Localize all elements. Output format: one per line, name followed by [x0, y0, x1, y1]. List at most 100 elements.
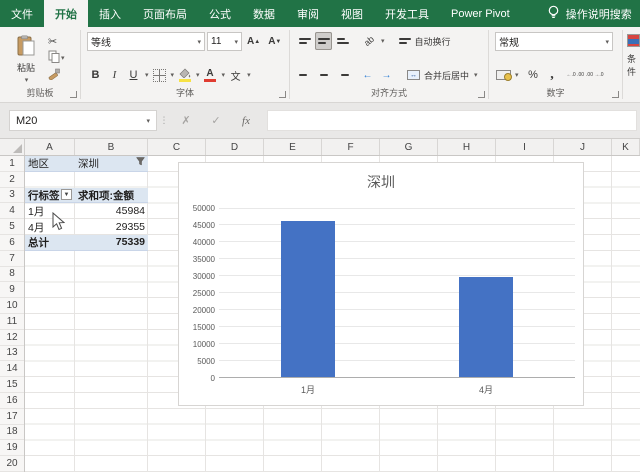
fill-color-button[interactable] [176, 66, 193, 84]
bold-button[interactable]: B [87, 66, 104, 84]
comma-style-button[interactable]: , [544, 66, 561, 84]
tab-开发工具[interactable]: 开发工具 [374, 0, 440, 27]
tab-Power Pivot[interactable]: Power Pivot [440, 0, 521, 27]
align-bottom-button[interactable] [334, 32, 351, 50]
phonetic-dropdown-icon[interactable]: ▾ [247, 71, 251, 79]
chart-title[interactable]: 深圳 [179, 172, 583, 192]
increase-indent-button[interactable]: → [378, 66, 395, 84]
column-header-A[interactable]: A [25, 139, 75, 155]
tab-视图[interactable]: 视图 [330, 0, 374, 27]
underline-button[interactable]: U [125, 66, 142, 84]
pivot-total-label-cell[interactable]: 总计 [25, 234, 75, 251]
accounting-format-button[interactable] [495, 66, 512, 84]
empty-cell[interactable] [25, 172, 75, 188]
row-header-12[interactable]: 12 [0, 330, 24, 346]
cells-area[interactable]: 地区 深圳 行标签 ▼ 求和项:金额 1月 45984 4月 29355 总计 … [25, 156, 640, 472]
font-name-combobox[interactable]: 等线 ▾ [87, 32, 205, 51]
column-header-K[interactable]: K [612, 139, 640, 155]
alignment-dialog-launcher[interactable] [478, 91, 485, 98]
font-size-combobox[interactable]: 11 ▾ [207, 32, 242, 51]
row-header-11[interactable]: 11 [0, 314, 24, 330]
align-top-button[interactable] [296, 32, 313, 50]
decrease-decimal-button[interactable]: .00 →.0 [586, 66, 604, 84]
tab-页面布局[interactable]: 页面布局 [132, 0, 198, 27]
borders-button[interactable] [151, 66, 168, 84]
paste-dropdown-icon[interactable]: ▾ [25, 76, 29, 84]
conditional-formatting-button[interactable]: 条件 [623, 27, 640, 102]
empty-cell[interactable] [75, 172, 148, 188]
column-header-J[interactable]: J [554, 139, 612, 155]
copy-button[interactable]: ▾ [48, 50, 65, 66]
column-header-C[interactable]: C [148, 139, 206, 155]
pivot-chart[interactable]: 深圳 0 5000 10000 15000 20000 25000 30000 35000 40… [178, 162, 584, 406]
pivot-value-header-cell[interactable]: 求和项:金额 [75, 187, 148, 204]
column-header-B[interactable]: B [75, 139, 148, 155]
row-header-19[interactable]: 19 [0, 440, 24, 457]
row-header-18[interactable]: 18 [0, 425, 24, 441]
number-format-combobox[interactable]: 常规 ▾ [495, 32, 613, 51]
italic-button[interactable]: I [106, 66, 123, 84]
row-header-8[interactable]: 8 [0, 267, 24, 283]
align-middle-button[interactable] [315, 32, 332, 50]
pivot-row-labels-cell[interactable]: 行标签 ▼ [25, 187, 75, 204]
row-header-3[interactable]: 3 [0, 188, 24, 204]
tab-文件[interactable]: 文件 [0, 0, 44, 27]
pivot-row-label-cell[interactable]: 1月 [25, 203, 75, 219]
font-color-dropdown-icon[interactable]: ▾ [222, 71, 226, 79]
row-header-5[interactable]: 5 [0, 219, 24, 235]
pivot-filter-value-cell[interactable]: 深圳 [75, 156, 148, 172]
column-header-D[interactable]: D [206, 139, 264, 155]
cancel-button[interactable]: ✗ [171, 114, 201, 127]
align-right-button[interactable] [334, 66, 351, 84]
clipboard-dialog-launcher[interactable] [70, 91, 77, 98]
font-dialog-launcher[interactable] [279, 91, 286, 98]
row-labels-filter-dropdown[interactable]: ▼ [61, 189, 72, 201]
pivot-value-cell[interactable]: 45984 [75, 203, 148, 219]
row-header-10[interactable]: 10 [0, 298, 24, 314]
chart-bar-4月[interactable] [459, 277, 513, 377]
filter-funnel-icon[interactable] [136, 157, 145, 169]
row-header-13[interactable]: 13 [0, 346, 24, 362]
pivot-value-cell[interactable]: 29355 [75, 219, 148, 235]
decrease-indent-button[interactable]: ← [359, 66, 376, 84]
font-color-button[interactable]: A [202, 66, 219, 84]
column-header-H[interactable]: H [438, 139, 496, 155]
row-header-1[interactable]: 1 [0, 156, 24, 172]
merge-center-button[interactable]: ↔ 合并后居中 ▾ [405, 66, 480, 84]
row-header-9[interactable]: 9 [0, 282, 24, 299]
increase-font-size-button[interactable]: A ▲ [244, 33, 263, 51]
orientation-button[interactable]: ab [361, 32, 378, 50]
cut-button[interactable]: ✂ [48, 33, 65, 49]
copy-dropdown-icon[interactable]: ▾ [61, 54, 65, 62]
row-header-7[interactable]: 7 [0, 251, 24, 267]
column-header-I[interactable]: I [496, 139, 554, 155]
row-header-14[interactable]: 14 [0, 361, 24, 378]
paste-button[interactable]: 粘贴 ▾ [6, 32, 46, 87]
formula-bar-splitter[interactable]: ⋮ [157, 115, 171, 126]
row-header-2[interactable]: 2 [0, 172, 24, 188]
borders-dropdown-icon[interactable]: ▾ [171, 71, 175, 79]
name-box[interactable]: M20 ▾ [9, 110, 157, 131]
pivot-row-label-cell[interactable]: 4月 [25, 219, 75, 235]
pivot-total-value-cell[interactable]: 75339 [75, 234, 148, 251]
tab-审阅[interactable]: 审阅 [286, 0, 330, 27]
select-all-corner[interactable] [0, 139, 25, 155]
wrap-text-button[interactable]: 自动换行 [397, 32, 453, 50]
row-header-4[interactable]: 4 [0, 203, 24, 220]
orientation-dropdown-icon[interactable]: ▾ [381, 37, 385, 45]
underline-dropdown-icon[interactable]: ▾ [145, 71, 149, 79]
formula-input[interactable] [267, 110, 637, 131]
accounting-dropdown-icon[interactable]: ▾ [515, 71, 519, 79]
column-header-G[interactable]: G [380, 139, 438, 155]
tab-公式[interactable]: 公式 [198, 0, 242, 27]
row-header-15[interactable]: 15 [0, 377, 24, 393]
row-header-17[interactable]: 17 [0, 409, 24, 425]
row-header-16[interactable]: 16 [0, 393, 24, 409]
pivot-filter-field-cell[interactable]: 地区 [25, 156, 75, 172]
align-center-button[interactable] [315, 66, 332, 84]
tab-插入[interactable]: 插入 [88, 0, 132, 27]
fill-color-dropdown-icon[interactable]: ▾ [196, 71, 200, 79]
row-header-6[interactable]: 6 [0, 235, 24, 251]
align-left-button[interactable] [296, 66, 313, 84]
insert-function-button[interactable]: fx [231, 115, 261, 127]
